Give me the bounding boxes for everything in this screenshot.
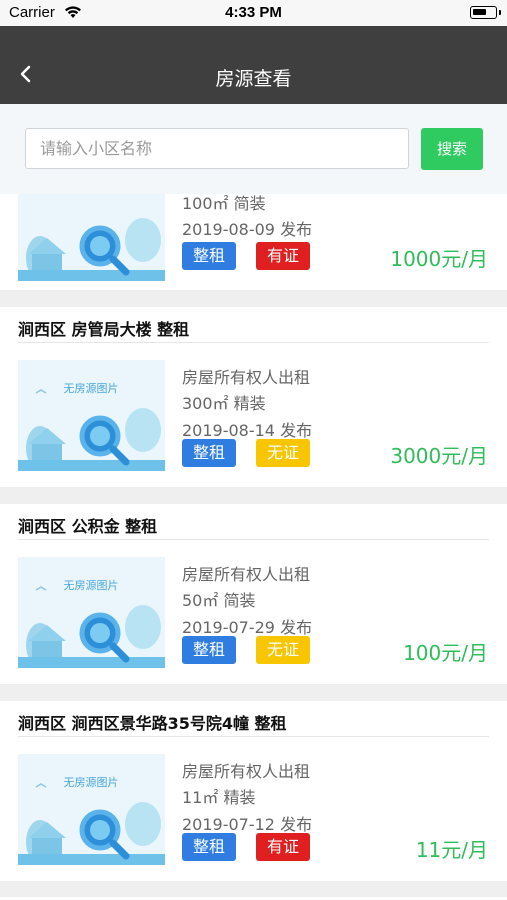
certificate-tag: 无证 bbox=[256, 636, 310, 664]
listing-area: 100㎡ 简装 bbox=[182, 194, 266, 213]
no-image-placeholder bbox=[18, 194, 165, 281]
listing-date: 2019-07-12 发布 bbox=[182, 815, 313, 834]
certificate-tag: 无证 bbox=[256, 439, 310, 467]
listing-card[interactable]: 涧西区 公积金 整租 无房源图片 房屋所有权人出租 50㎡ 简装 2019-07… bbox=[0, 504, 507, 684]
page-title: 房源查看 bbox=[215, 68, 292, 90]
listing-owner: 房屋所有权人出租 bbox=[182, 565, 311, 584]
status-bar: Carrier 4:33 PM bbox=[0, 0, 507, 26]
no-image-placeholder: 无房源图片 bbox=[18, 754, 165, 865]
placeholder-caption: 无房源图片 bbox=[64, 775, 119, 789]
rent-type-tag: 整租 bbox=[182, 833, 236, 861]
listing-card[interactable]: 涧西区 房管局大楼 整租 无房源图片 房屋所有权人出租 300㎡ 精装 2019… bbox=[0, 307, 507, 487]
battery-icon bbox=[470, 6, 501, 19]
listing-price: 100元/月 bbox=[403, 641, 488, 665]
no-image-placeholder: 无房源图片 bbox=[18, 557, 165, 668]
listing-area: 50㎡ 简装 bbox=[182, 591, 256, 610]
placeholder-caption: 无房源图片 bbox=[64, 578, 119, 592]
search-input[interactable] bbox=[25, 128, 409, 169]
listing-card[interactable]: 100㎡ 简装 2019-08-09 发布 整租 有证 1000元/月 bbox=[0, 194, 507, 290]
listing-list[interactable]: 100㎡ 简装 2019-08-09 发布 整租 有证 1000元/月 涧西区 … bbox=[0, 194, 507, 900]
listing-header: 涧西区 公积金 整租 bbox=[18, 504, 489, 540]
listing-area: 300㎡ 精装 bbox=[182, 394, 266, 413]
listing-date: 2019-08-09 发布 bbox=[182, 220, 313, 239]
listing-owner: 房屋所有权人出租 bbox=[182, 368, 311, 387]
search-bar: 搜索 bbox=[0, 104, 507, 194]
listing-date: 2019-07-29 发布 bbox=[182, 618, 313, 637]
listing-card[interactable]: 涧西区 涧西区景华路35号院4幢 整租 无房源图片 房屋所有权人出租 11㎡ 精… bbox=[0, 701, 507, 881]
listing-price: 3000元/月 bbox=[390, 444, 488, 468]
certificate-tag: 有证 bbox=[256, 833, 310, 861]
listing-price: 1000元/月 bbox=[390, 247, 488, 271]
certificate-tag: 有证 bbox=[256, 242, 310, 270]
placeholder-caption: 无房源图片 bbox=[64, 381, 119, 395]
listing-owner: 房屋所有权人出租 bbox=[182, 762, 311, 781]
rent-type-tag: 整租 bbox=[182, 242, 236, 270]
listing-date: 2019-08-14 发布 bbox=[182, 421, 313, 440]
search-button[interactable]: 搜索 bbox=[421, 128, 483, 170]
listing-area: 11㎡ 精装 bbox=[182, 788, 256, 807]
clock: 4:33 PM bbox=[225, 4, 282, 21]
listing-header: 涧西区 房管局大楼 整租 bbox=[18, 307, 489, 343]
rent-type-tag: 整租 bbox=[182, 636, 236, 664]
no-image-placeholder: 无房源图片 bbox=[18, 360, 165, 471]
rent-type-tag: 整租 bbox=[182, 439, 236, 467]
nav-bar: 房源查看 bbox=[0, 26, 507, 104]
listing-price: 11元/月 bbox=[415, 838, 488, 862]
listing-header: 涧西区 涧西区景华路35号院4幢 整租 bbox=[18, 701, 489, 737]
